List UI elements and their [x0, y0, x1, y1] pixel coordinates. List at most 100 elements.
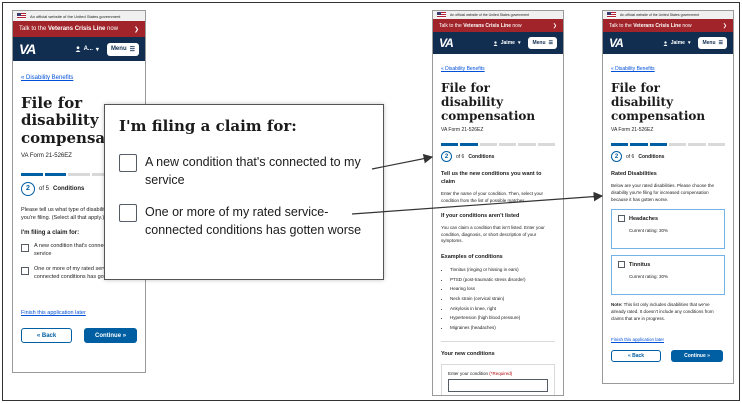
list-item: Hearing loss: [450, 284, 555, 294]
step-of: of 5: [39, 185, 50, 192]
callout-option-new-condition[interactable]: A new condition that's connected to my s…: [119, 153, 369, 189]
section-heading: Rated Disabilities: [611, 171, 657, 178]
site-header: VA A... ▾ Menu ☰: [13, 37, 145, 61]
hamburger-icon: ☰: [718, 40, 723, 46]
step-of: of 6: [456, 153, 465, 160]
gov-banner: An official website of the United States…: [433, 11, 563, 19]
crisis-line-banner[interactable]: Talk to the Veterans Crisis Line now ❯: [603, 19, 733, 32]
finish-later-link[interactable]: Finish this application later: [21, 310, 137, 316]
step-number: 2: [611, 151, 622, 163]
va-logo[interactable]: VA: [19, 41, 36, 57]
us-flag-icon: [17, 13, 26, 19]
list-item: Hypertension (high blood pressure): [450, 313, 555, 323]
menu-button[interactable]: Menu ☰: [528, 37, 557, 49]
gov-banner-text: An official website of the United States…: [30, 13, 121, 19]
page-title: File for disability compensation: [441, 81, 536, 123]
gov-banner: An official website of the United States…: [603, 11, 733, 19]
checkbox[interactable]: [618, 215, 625, 223]
zoomed-question-callout: I'm filing a claim for: A new condition …: [104, 104, 384, 280]
checkbox[interactable]: [119, 154, 137, 172]
breadcrumb[interactable]: « Disability Benefits: [611, 66, 725, 72]
breadcrumb[interactable]: « Disability Benefits: [21, 75, 137, 81]
progress-segment: [21, 172, 43, 176]
chevron-down-icon: ▾: [687, 40, 691, 46]
continue-button[interactable]: Continue »: [84, 328, 137, 344]
step-of: of 6: [626, 153, 635, 160]
phone-screen-rated-disabilities: An official website of the United States…: [602, 10, 734, 384]
site-header: VA Jaime ▾ Menu ☰: [433, 32, 563, 54]
checkbox[interactable]: [21, 267, 29, 276]
va-logo[interactable]: VA: [609, 36, 624, 50]
menu-button[interactable]: Menu ☰: [698, 37, 727, 49]
chevron-down-icon: ▾: [517, 40, 521, 46]
examples-list: Tinnitus (ringing or hissing in ears) PT…: [441, 265, 555, 333]
user-icon: [75, 46, 80, 52]
list-item: Migraines (headaches): [450, 323, 555, 333]
progress-segment: [649, 143, 667, 147]
list-item: Tinnitus (ringing or hissing in ears): [450, 265, 555, 275]
section-heading: If your conditions aren't listed: [441, 213, 520, 220]
divider: [441, 340, 555, 342]
hamburger-icon: ☰: [548, 40, 553, 46]
disability-card-headaches[interactable]: Headaches Current rating: 30%: [611, 209, 725, 250]
continue-button[interactable]: Continue »: [671, 349, 723, 362]
gov-banner-text: An official website of the United States…: [450, 13, 530, 17]
checkbox[interactable]: [618, 261, 625, 269]
condition-field-label: Enter your condition (*Required): [448, 371, 513, 377]
crisis-line-banner[interactable]: Talk to the Veterans Crisis Line now ❯: [433, 19, 563, 32]
progress-segment: [498, 143, 517, 147]
checkbox[interactable]: [119, 204, 137, 223]
user-menu[interactable]: A... ▾: [75, 46, 99, 53]
gov-banner: An official website of the United States…: [13, 11, 145, 21]
progress-bar: [441, 143, 555, 147]
current-rating: Current rating: 30%: [629, 274, 669, 280]
progress-segment: [537, 143, 555, 147]
current-rating: Current rating: 30%: [629, 228, 669, 234]
callout-title: I'm filing a claim for:: [119, 117, 297, 135]
chevron-down-icon: ▾: [95, 46, 99, 53]
progress-segment: [630, 143, 648, 147]
condition-input[interactable]: [448, 379, 548, 393]
menu-button[interactable]: Menu ☰: [106, 42, 139, 56]
us-flag-icon: [437, 12, 446, 18]
section-heading: Examples of conditions: [441, 254, 503, 261]
step-name: Conditions: [638, 153, 665, 160]
user-menu[interactable]: Jaime ▾: [663, 40, 691, 46]
chevron-right-icon: ❯: [552, 22, 557, 29]
section-text: You can claim a condition that isn't lis…: [441, 224, 545, 244]
form-number: VA Form 21-526EZ: [441, 127, 484, 134]
site-header: VA Jaime ▾ Menu ☰: [603, 32, 733, 54]
checkbox[interactable]: [21, 244, 29, 253]
progress-segment: [68, 172, 90, 176]
list-item: PTSD (post-traumatic stress disorder): [450, 275, 555, 285]
step-name: Conditions: [53, 185, 85, 192]
progress-segment: [688, 143, 706, 147]
list-item: Ankylosis in knee, right: [450, 304, 555, 314]
back-button[interactable]: « Back: [21, 328, 73, 344]
hamburger-icon: ☰: [129, 46, 135, 53]
step-name: Conditions: [468, 153, 495, 160]
back-button[interactable]: « Back: [611, 349, 661, 362]
us-flag-icon: [607, 12, 616, 18]
progress-segment: [518, 143, 536, 147]
breadcrumb[interactable]: « Disability Benefits: [441, 66, 555, 72]
step-indicator: 2 of 6 Conditions: [441, 151, 555, 163]
disability-card-tinnitus[interactable]: Tinnitus Current rating: 30%: [611, 255, 725, 296]
callout-option-worse-condition[interactable]: One or more of my rated service-connecte…: [119, 203, 369, 239]
step-number: 2: [21, 181, 35, 196]
finish-later-link[interactable]: Finish this application later: [611, 337, 725, 342]
va-logo[interactable]: VA: [439, 36, 454, 50]
condition-field-card: Enter your condition (*Required): [441, 364, 555, 395]
form-number: VA Form 21-526EZ: [611, 127, 654, 134]
progress-segment: [479, 143, 497, 147]
user-icon: [493, 40, 498, 46]
crisis-line-banner[interactable]: Talk to the Veterans Crisis Line now ❯: [13, 21, 145, 37]
progress-segment: [44, 172, 67, 176]
user-menu[interactable]: Jaime ▾: [493, 40, 521, 46]
note-text: Note: This list only includes disabiliti…: [611, 302, 714, 321]
user-icon: [663, 40, 668, 46]
progress-segment: [707, 143, 725, 147]
section-text: Below are your rated disabilities. Pleas…: [611, 183, 715, 202]
gov-banner-text: An official website of the United States…: [620, 13, 700, 17]
chevron-right-icon: ❯: [722, 22, 727, 29]
